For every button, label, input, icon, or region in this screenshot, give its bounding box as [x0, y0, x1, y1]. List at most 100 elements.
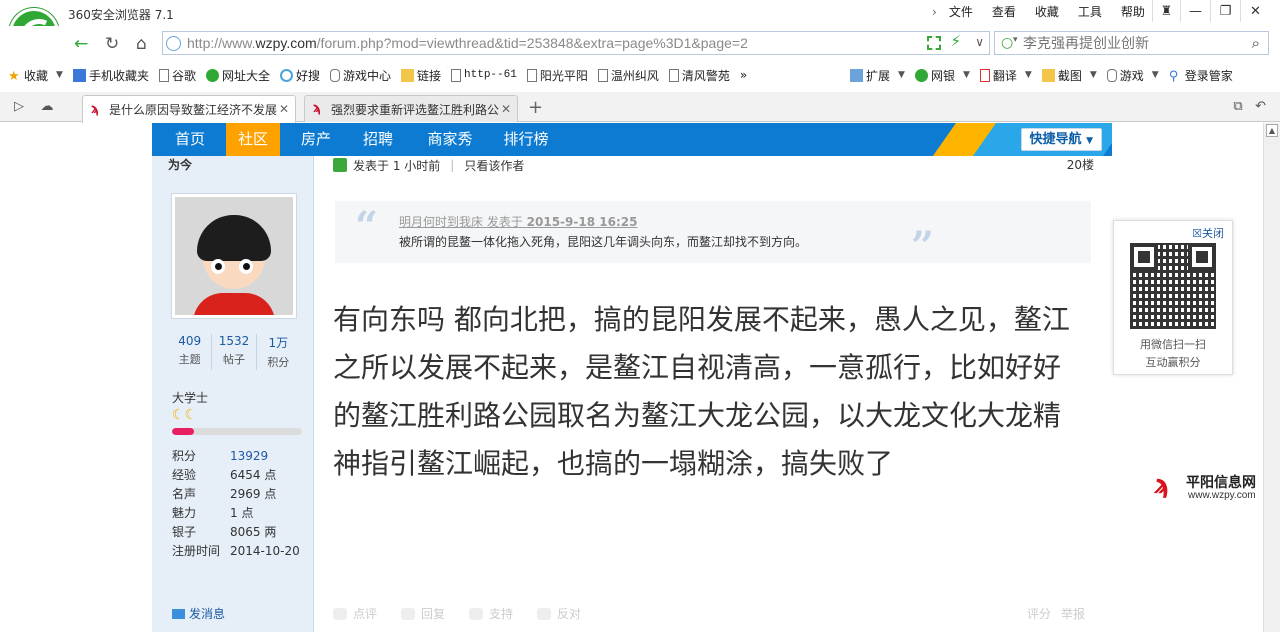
chevron-down-icon[interactable]: ▼ [56, 70, 63, 80]
scrollbar[interactable]: ▲ [1263, 123, 1280, 632]
bookmark-links[interactable]: 链接 [401, 67, 441, 84]
tool-extensions[interactable]: 扩展 ▼ [850, 67, 905, 84]
report-button[interactable]: 举报 [1061, 605, 1085, 622]
close-button[interactable]: ✕ [1240, 0, 1270, 22]
menu-favorites[interactable]: 收藏 [1035, 3, 1059, 20]
menu-help[interactable]: 帮助 [1121, 3, 1145, 20]
author-name[interactable]: 为今 [168, 156, 192, 173]
tool-games[interactable]: 游戏 ▼ [1106, 67, 1159, 84]
chevron-down-icon[interactable]: ▼ [898, 70, 905, 80]
more-bookmarks-icon[interactable]: » [740, 68, 747, 82]
profile-row: 银子 8065 两 [172, 525, 277, 539]
bookmark-yangguang[interactable]: 阳光平阳 [526, 67, 588, 84]
plus-coin-icon [205, 68, 219, 82]
nav-jobs[interactable]: 招聘 [354, 123, 402, 156]
bookmark-google[interactable]: 谷歌 [158, 67, 196, 84]
tab-active[interactable]: ϡ 是什么原因导致鳌江经济不发展 ✕ [82, 95, 296, 123]
minimize-button[interactable]: — [1180, 0, 1210, 22]
support-button[interactable]: 支持 [469, 605, 513, 622]
author-rank[interactable]: 大学士 [172, 389, 208, 406]
nav-rankings[interactable]: 排行榜 [496, 123, 556, 156]
floor-number[interactable]: 20楼 [1067, 156, 1094, 173]
page-icon [158, 68, 169, 82]
shirt-icon[interactable]: ♜ [1152, 0, 1180, 22]
tool-translate[interactable]: 翻译 ▼ [979, 67, 1032, 84]
lightning-icon[interactable]: ⚡ [950, 32, 961, 50]
menu-tools[interactable]: 工具 [1078, 3, 1102, 20]
search-icon[interactable]: ⌕ [1252, 34, 1260, 52]
chevron-right-icon[interactable]: › [932, 5, 937, 19]
chevron-down-icon[interactable]: ▼ [1152, 70, 1159, 80]
moon-rank-icon: ☾☾ [172, 407, 198, 423]
bookmark-mobile[interactable]: 手机收藏夹 [72, 67, 149, 84]
menu-file[interactable]: 文件 [949, 3, 973, 20]
close-popup-button[interactable]: ☒关闭 [1192, 225, 1224, 241]
post-content: 有向东吗 都向北把，搞的昆阳发展不起来，愚人之见，鳌江之所以发展不起来，是鳌江自… [333, 303, 1070, 480]
bookmark-haosou[interactable]: 好搜 [279, 67, 320, 84]
bank-icon [914, 68, 928, 82]
home-icon[interactable]: ⌂ [136, 34, 147, 54]
nav-community[interactable]: 社区 [226, 123, 280, 156]
tool-banking[interactable]: 网银 ▼ [914, 67, 970, 84]
chevron-down-icon[interactable]: ▼ [1090, 70, 1097, 80]
search-input[interactable] [1023, 34, 1238, 52]
nav-real-estate[interactable]: 房产 [292, 123, 340, 156]
url-text[interactable]: http://www.wzpy.com/forum.php?mod=viewth… [187, 35, 748, 51]
stat-threads[interactable]: 409 主题 [168, 334, 213, 370]
author-only-link[interactable]: 只看该作者 [464, 157, 524, 174]
toolbar-extensions: 扩展 ▼ 网银 ▼ 翻译 ▼ 截图 ▼ 游戏 ▼ ⚲ 登录管家 [850, 62, 1243, 88]
profile-row: 经验 6454 点 [172, 468, 277, 482]
scroll-up-icon[interactable]: ▲ [1266, 124, 1278, 137]
qr-code-icon [1130, 243, 1216, 329]
tool-screenshot[interactable]: 截图 ▼ [1041, 67, 1097, 84]
rate-button[interactable]: 评分 [1027, 605, 1051, 622]
bookmark-games[interactable]: 游戏中心 [330, 67, 391, 84]
stat-points[interactable]: 1万 积分 [257, 334, 300, 370]
qr-code-icon[interactable] [927, 36, 941, 50]
post-header: 发表于 1 小时前 | 只看该作者 [333, 156, 1093, 174]
chevron-down-icon[interactable]: ∨ [975, 35, 984, 49]
bookmark-qingfeng[interactable]: 清风警苑 [668, 67, 730, 84]
author-stats: 409 主题 1532 帖子 1万 积分 [168, 334, 300, 370]
stat-posts[interactable]: 1532 帖子 [212, 334, 257, 370]
chevron-down-icon[interactable]: ▼ [963, 70, 970, 80]
sidebar-toggle-icon[interactable]: ▷ ☁ [14, 99, 54, 114]
comment-button[interactable]: 点评 [333, 605, 377, 622]
chevron-down-icon: ▼ [1086, 136, 1093, 146]
author-sidebar: 为今 409 主题 1532 帖子 1万 积分 大学士 ☾☾ 积分 13929 经验 64… [152, 156, 314, 632]
open-quote-icon: “ [355, 203, 379, 250]
nav-home[interactable]: 首页 [166, 123, 214, 156]
menu-view[interactable]: 查看 [992, 3, 1016, 20]
online-status-icon [333, 158, 347, 172]
reply-icon [401, 607, 416, 620]
address-bar[interactable]: http://www.wzpy.com/forum.php?mod=viewth… [162, 31, 990, 55]
bookmark-favorites[interactable]: ★ 收藏 ▼ [8, 67, 63, 84]
tool-login-manager[interactable]: ⚲ 登录管家 [1169, 67, 1233, 84]
chevron-down-icon[interactable]: ▼ [1025, 70, 1032, 80]
search-engine-dropdown-icon[interactable]: ▾ [1013, 35, 1018, 45]
reply-button[interactable]: 回复 [401, 605, 445, 622]
nav-merchants[interactable]: 商家秀 [420, 123, 480, 156]
back-arrow-icon[interactable]: ← [74, 34, 88, 54]
oppose-button[interactable]: 反对 [537, 605, 581, 622]
tab-inactive[interactable]: ϡ 强烈要求重新评选鳌江胜利路公 ✕ [304, 95, 518, 122]
new-tab-button[interactable]: + [528, 97, 543, 118]
maximize-button[interactable]: ❐ [1210, 0, 1240, 22]
bookmark-wenzhou[interactable]: 温州纠风 [597, 67, 659, 84]
refresh-icon[interactable]: ↻ [105, 34, 119, 54]
gamepad-icon [1106, 68, 1117, 82]
site-favicon-icon: ϡ [91, 101, 100, 117]
quick-nav-button[interactable]: 快捷导航 ▼ [1020, 128, 1102, 151]
profile-row: 名声 2969 点 [172, 487, 277, 501]
bookmark-directory[interactable]: 网址大全 [205, 67, 270, 84]
search-engine-icon[interactable]: ○ [1001, 35, 1013, 51]
comment-icon [333, 607, 347, 620]
bookmarks-bar: ★ 收藏 ▼ 手机收藏夹 谷歌 网址大全 好搜 游戏中心 链接 http--61 阳… [0, 62, 1280, 88]
close-tab-icon[interactable]: ✕ [279, 102, 289, 116]
bookmark-http61[interactable]: http--61 [451, 68, 517, 82]
tab-tools-icon[interactable]: ⧉ ↶ [1233, 99, 1266, 114]
send-message-link[interactable]: 发消息 [172, 605, 225, 622]
avatar[interactable] [171, 193, 297, 319]
quote-meta[interactable]: 明月何时到我床 发表于 2015-9-18 16:25 [399, 213, 637, 230]
close-tab-icon[interactable]: ✕ [501, 102, 511, 116]
